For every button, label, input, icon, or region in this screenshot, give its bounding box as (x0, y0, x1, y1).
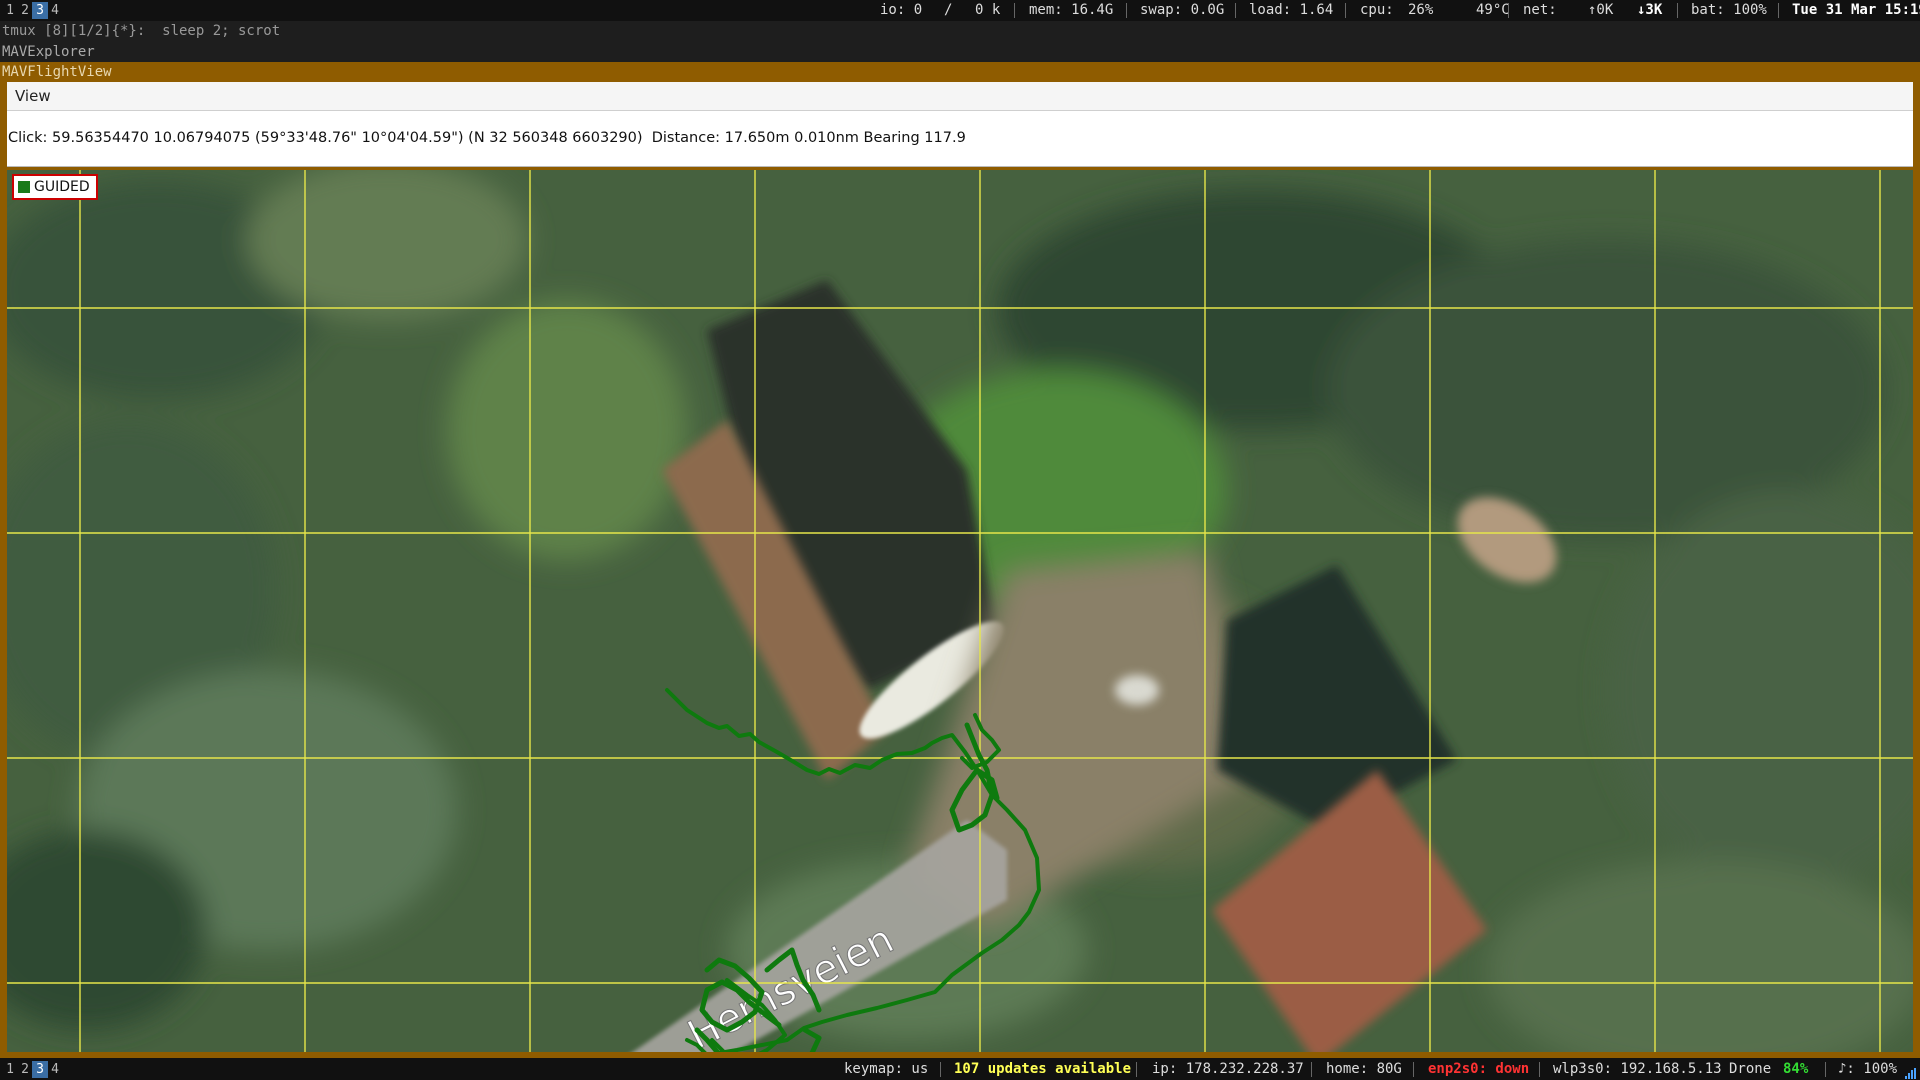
net-label: net: (1523, 2, 1557, 18)
divider (1345, 3, 1346, 18)
divider (1508, 3, 1509, 18)
tmux-status-line: tmux [8][1/2]{*}: sleep 2; scrot (0, 21, 1920, 42)
updates-available[interactable]: 107 updates available (954, 1058, 1131, 1080)
workspace-1[interactable]: 1 (2, 2, 18, 19)
mavflightview-window-title[interactable]: MAVFlightView (0, 62, 1920, 82)
home-disk-stat: home: 80G (1326, 1061, 1402, 1077)
keymap-stat: keymap: us (844, 1061, 929, 1077)
workspace-3-active[interactable]: 3 (32, 1061, 48, 1078)
divider (1825, 1062, 1826, 1077)
divider (1677, 3, 1678, 18)
clock: Tue 31 Mar 15:19 (1792, 2, 1920, 18)
wifi-status: wlp3s0: 192.168.5.13 (1553, 1061, 1722, 1077)
divider (940, 1062, 941, 1077)
divider (1014, 3, 1015, 18)
divider (1235, 3, 1236, 18)
cpu-label: cpu: (1360, 2, 1394, 18)
signal-bars-icon (1905, 1064, 1916, 1079)
click-info-panel: Click: 59.56354470 10.06794075 (59°33'48… (7, 111, 1913, 167)
volume-stat[interactable]: ♪: 100% (1838, 1058, 1897, 1080)
wifi-name: Drone (1729, 1061, 1772, 1077)
io-stat: io: 0 (880, 2, 923, 18)
workspace-4[interactable]: 4 (47, 2, 63, 19)
divider (1539, 1062, 1540, 1077)
io-slash: / (944, 2, 953, 18)
divider (1136, 1062, 1137, 1077)
flight-mode-badge: GUIDED (12, 174, 98, 200)
menu-view[interactable]: View (15, 87, 51, 105)
net-upload: ↑0K (1588, 2, 1614, 18)
top-status-bar: 1 2 3 4 io: 0 / 0 k mem: 16.4G swap: 0.0… (0, 0, 1920, 21)
mem-stat: mem: 16.4G (1029, 2, 1114, 18)
mode-color-swatch (18, 181, 30, 193)
workspace-1[interactable]: 1 (2, 1061, 18, 1078)
bottom-status-bar: 1 2 3 4 keymap: us 107 updates available… (0, 1058, 1920, 1080)
ethernet-status: enp2s0: down (1428, 1061, 1530, 1077)
divider (1413, 1062, 1414, 1077)
battery-stat: bat: 100% (1691, 2, 1767, 18)
menu-bar: View (7, 82, 1913, 111)
ip-stat: ip: 178.232.228.37 (1152, 1061, 1304, 1077)
map-canvas[interactable]: Hemsveien (7, 170, 1913, 1052)
temperature: 49°C (1476, 2, 1510, 18)
workspace-2[interactable]: 2 (17, 2, 33, 19)
flight-mode-label: GUIDED (34, 179, 90, 195)
io-k-stat: 0 k (975, 2, 1001, 18)
workspace-3-active[interactable]: 3 (32, 2, 48, 19)
load-stat: load: 1.64 (1249, 2, 1334, 18)
wifi-strength: 84% (1783, 1061, 1809, 1077)
divider (1778, 3, 1779, 18)
click-coordinates-text: Click: 59.56354470 10.06794075 (59°33'48… (8, 130, 966, 146)
divider (1126, 3, 1127, 18)
swap-stat: swap: 0.0G (1140, 2, 1225, 18)
workspace-4[interactable]: 4 (47, 1061, 63, 1078)
divider (1311, 1062, 1312, 1077)
cpu-percent: 26% (1408, 2, 1434, 18)
satellite-map-view[interactable]: Hemsveien (7, 170, 1913, 1052)
net-download: ↓3K (1637, 2, 1663, 18)
workspace-2[interactable]: 2 (17, 1061, 33, 1078)
mavexplorer-window-title[interactable]: MAVExplorer (0, 42, 1920, 62)
